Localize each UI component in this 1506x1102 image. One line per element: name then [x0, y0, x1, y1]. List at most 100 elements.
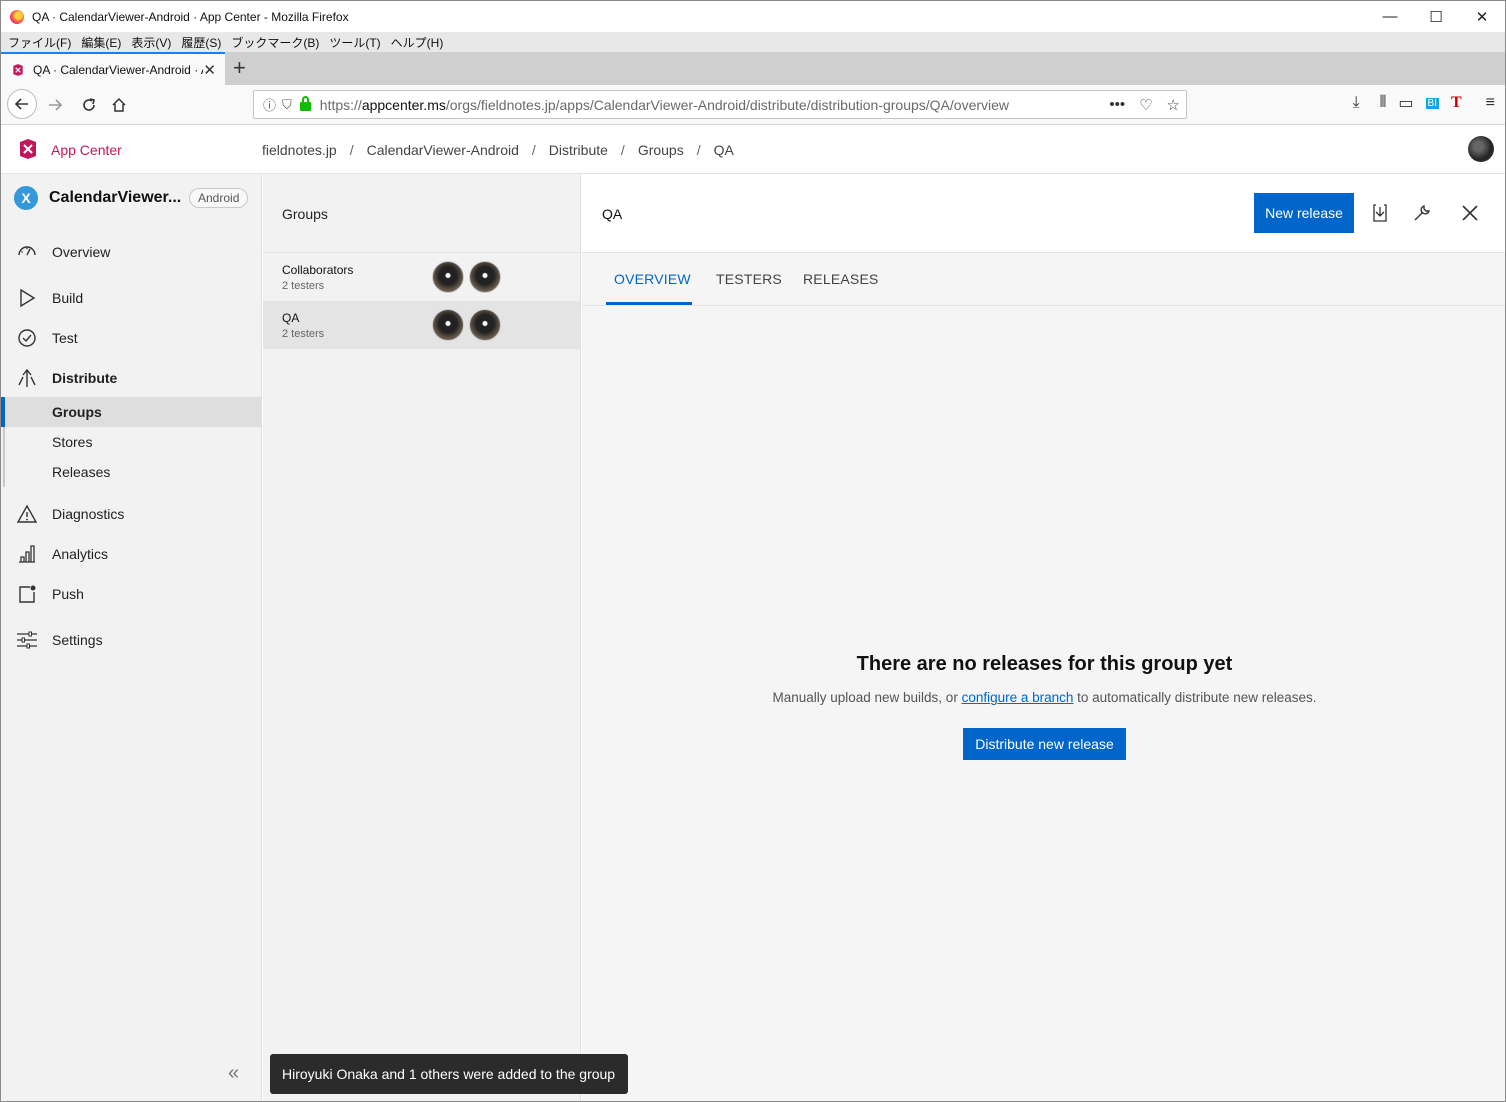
hamburger-menu-icon[interactable]: ≡: [1486, 94, 1495, 112]
maximize-button[interactable]: ☐: [1413, 1, 1459, 32]
group-tabs: OVERVIEW TESTERS RELEASES: [582, 253, 1505, 306]
brand-name[interactable]: App Center: [51, 142, 122, 158]
collapse-sidebar-icon[interactable]: «: [228, 1062, 239, 1085]
pocket-icon[interactable]: ♡: [1139, 96, 1152, 114]
url-text[interactable]: https://appcenter.ms/orgs/fieldnotes.jp/…: [320, 97, 1009, 113]
group-name: Collaborators: [282, 263, 354, 277]
menu-file[interactable]: ファイル(F): [8, 34, 71, 51]
group-title: QA: [602, 206, 623, 222]
extension-t-icon[interactable]: T: [1451, 94, 1462, 112]
sidebar-item-analytics[interactable]: Analytics: [1, 537, 261, 571]
app-name: CalendarViewer...: [49, 189, 182, 206]
breadcrumb-org[interactable]: fieldnotes.jp: [262, 142, 337, 158]
firefox-logo-icon: [10, 9, 24, 24]
empty-state-title: There are no releases for this group yet: [856, 653, 1233, 675]
forward-button[interactable]: [45, 91, 65, 119]
breadcrumb: fieldnotes.jp / CalendarViewer-Android / Dis…: [262, 142, 734, 158]
sidebar-item-push[interactable]: Push: [1, 577, 261, 611]
sidebar-subitem-releases[interactable]: Releases: [1, 457, 261, 487]
reload-button[interactable]: [79, 91, 99, 119]
wrench-icon[interactable]: [1411, 202, 1433, 224]
breadcrumb-groups[interactable]: Groups: [638, 142, 684, 158]
menu-bookmarks[interactable]: ブックマーク(B): [231, 34, 319, 51]
sidebar-subitem-groups[interactable]: Groups: [1, 397, 261, 427]
breadcrumb-qa[interactable]: QA: [714, 142, 734, 158]
sidebar-item-label: Build: [52, 290, 84, 306]
new-release-button[interactable]: New release: [1254, 193, 1354, 233]
empty-state-description: Manually upload new builds, or configure…: [772, 690, 1317, 705]
title-bar: QA · CalendarViewer-Android · App Center…: [1, 1, 1505, 32]
downloads-icon[interactable]: ⤓: [1353, 94, 1360, 112]
platform-badge: Android: [189, 188, 249, 208]
extension-bi-icon[interactable]: BI: [1425, 97, 1439, 109]
bookmark-star-icon[interactable]: ☆: [1167, 96, 1180, 114]
sidebar-item-diagnostics[interactable]: Diagnostics: [1, 497, 261, 531]
tab-overview[interactable]: OVERVIEW: [614, 271, 691, 287]
info-icon[interactable]: ⓘ: [263, 95, 276, 114]
library-icon[interactable]: ⫴: [1380, 94, 1387, 112]
tab-releases[interactable]: RELEASES: [803, 271, 879, 287]
push-icon: [19, 585, 36, 603]
app-center-logo-icon[interactable]: [16, 137, 40, 161]
home-button[interactable]: [109, 91, 129, 119]
tracking-shield-icon[interactable]: ⛉: [282, 97, 292, 113]
browser-tab-active[interactable]: QA · CalendarViewer-Android · App Center…: [1, 52, 225, 85]
lock-icon: [299, 96, 311, 111]
group-row-qa[interactable]: QA 2 testers: [263, 301, 581, 349]
back-arrow-icon: [14, 98, 28, 110]
group-detail-panel: QA New release OVERVIEW TESTERS RELEASES…: [582, 174, 1505, 1101]
download-icon[interactable]: [1369, 202, 1391, 224]
menu-bar: ファイル(F) 編集(E) 表示(V) 履歴(S) ブックマーク(B) ツール(…: [1, 32, 1505, 52]
tester-avatar: [432, 309, 464, 341]
breadcrumb-distribute[interactable]: Distribute: [549, 142, 608, 158]
app-header: App Center fieldnotes.jp / CalendarViewer-…: [1, 125, 1505, 174]
close-tab-icon[interactable]: ✕: [203, 61, 216, 79]
minimize-button[interactable]: —: [1367, 1, 1413, 32]
group-tester-count: 2 testers: [282, 328, 325, 340]
sidebar-item-settings[interactable]: Settings: [1, 623, 261, 657]
home-icon: [112, 97, 126, 112]
menu-view[interactable]: 表示(V): [131, 34, 171, 51]
sidebar-item-distribute[interactable]: Distribute: [1, 361, 261, 395]
tab-title: QA · CalendarViewer-Android · App Center: [33, 62, 203, 77]
sidebar-item-label: Analytics: [52, 546, 109, 562]
tester-avatar: [469, 309, 501, 341]
app-selector[interactable]: X CalendarViewer... Android: [14, 186, 249, 210]
tester-avatar: [469, 261, 501, 293]
tester-avatar: [432, 261, 464, 293]
breadcrumb-app[interactable]: CalendarViewer-Android: [367, 142, 519, 158]
sliders-icon: [17, 631, 37, 649]
sidebar-item-label: Push: [52, 586, 84, 602]
menu-edit[interactable]: 編集(E): [81, 34, 121, 51]
tab-testers[interactable]: TESTERS: [716, 271, 782, 287]
sidebar-item-label: Diagnostics: [52, 506, 125, 522]
sidebar-item-label: Distribute: [52, 370, 118, 386]
group-row-collaborators[interactable]: Collaborators 2 testers: [263, 253, 581, 301]
url-bar[interactable]: ⓘ ⛉ https://appcenter.ms/orgs/fieldnotes…: [253, 90, 1187, 119]
user-avatar[interactable]: [1468, 136, 1494, 162]
menu-history[interactable]: 履歴(S): [181, 34, 221, 51]
page-actions-icon[interactable]: •••: [1109, 96, 1125, 114]
reload-icon: [83, 98, 95, 111]
xamarin-icon: X: [14, 186, 38, 210]
forward-arrow-icon: [49, 99, 63, 111]
distribute-new-release-button[interactable]: Distribute new release: [963, 728, 1126, 760]
close-panel-icon[interactable]: [1459, 202, 1481, 224]
sidebar-item-build[interactable]: Build: [1, 281, 261, 315]
sidebar-item-test[interactable]: Test: [1, 321, 261, 355]
tab-strip: QA · CalendarViewer-Android · App Center…: [1, 52, 1505, 85]
menu-help[interactable]: ヘルプ(H): [391, 34, 444, 51]
new-tab-icon[interactable]: +: [233, 55, 246, 81]
back-button[interactable]: [7, 89, 37, 119]
group-detail-header: QA New release: [582, 174, 1505, 253]
sidebar-item-label: Settings: [52, 632, 103, 648]
sidebar: X CalendarViewer... Android Overview Bui…: [1, 174, 262, 1101]
sidebar-subitem-stores[interactable]: Stores: [1, 427, 261, 457]
configure-branch-link[interactable]: configure a branch: [962, 690, 1074, 705]
groups-panel: Groups Collaborators 2 testers QA 2 test…: [263, 174, 581, 1101]
sidebar-toggle-icon[interactable]: ▭: [1398, 93, 1413, 113]
groups-panel-title: Groups: [282, 206, 328, 222]
close-window-button[interactable]: ✕: [1459, 1, 1505, 32]
menu-tools[interactable]: ツール(T): [329, 34, 380, 51]
sidebar-item-overview[interactable]: Overview: [1, 235, 261, 269]
